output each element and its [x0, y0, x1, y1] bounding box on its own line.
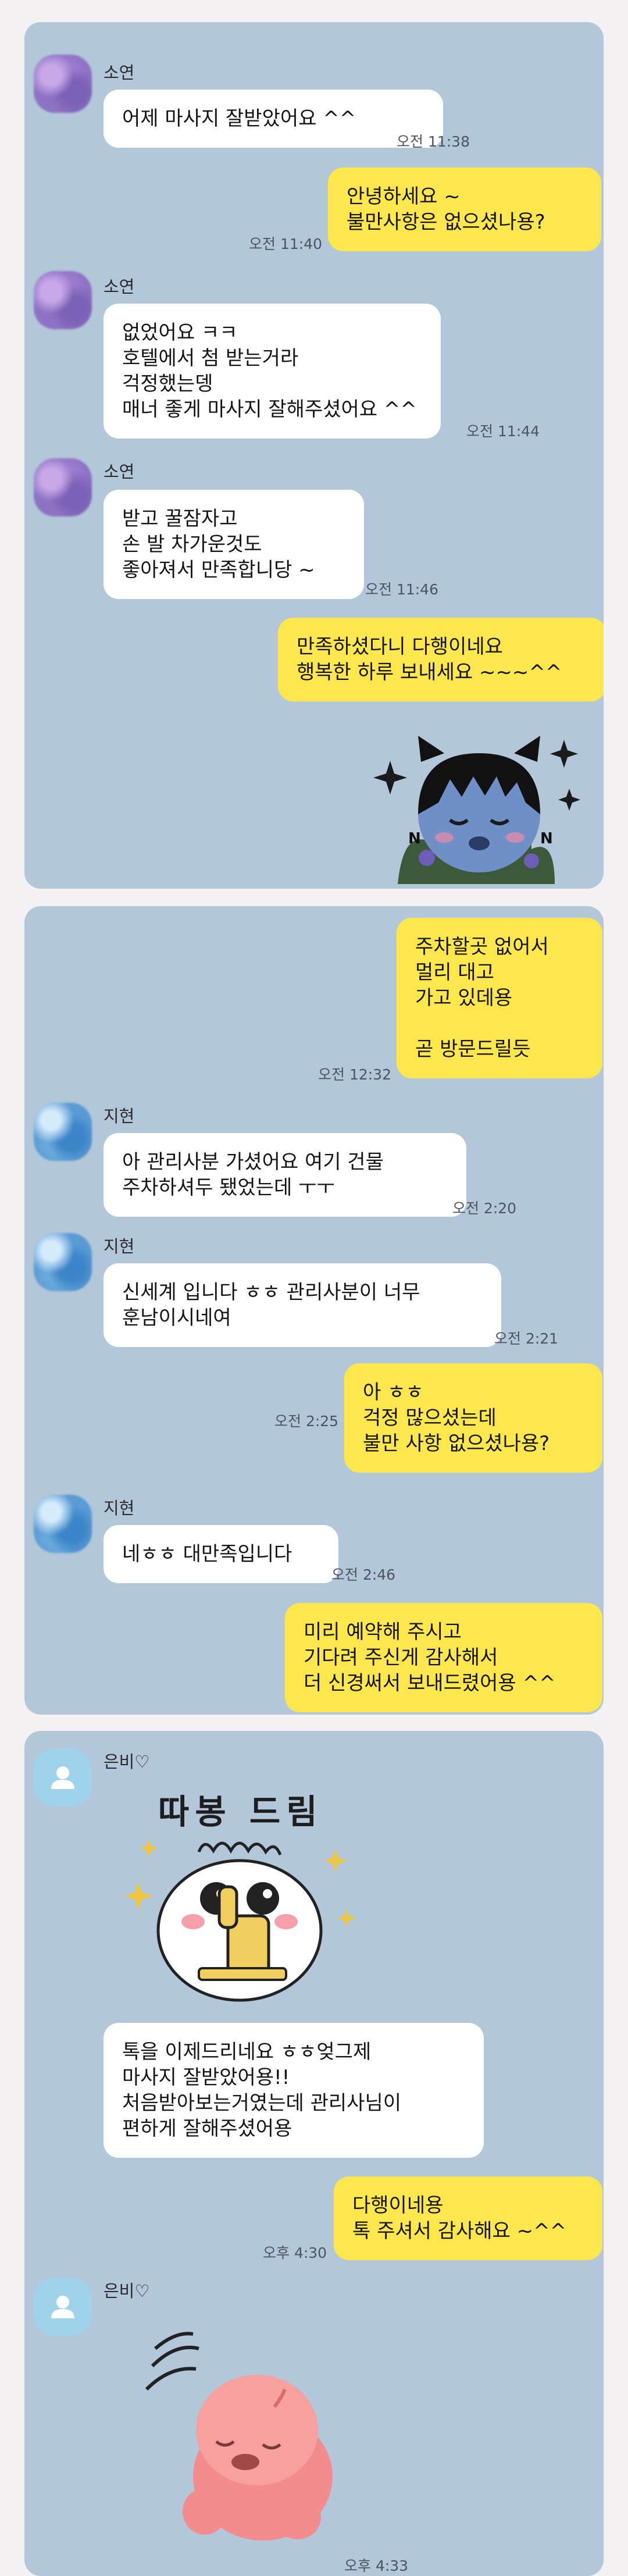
profile-avatar[interactable] — [34, 271, 92, 329]
message-bubble[interactable]: 다행이네용 톡 주셔서 감사해요 ~^^ — [334, 2176, 602, 2260]
message-time: 오전 2:21 — [494, 1330, 559, 1347]
sender-name: 지현 — [104, 1498, 135, 1518]
profile-avatar[interactable] — [34, 55, 92, 113]
sparkle-icon — [324, 1849, 347, 1872]
profile-avatar[interactable] — [34, 458, 92, 516]
pink-character-sticker[interactable] — [129, 2325, 362, 2546]
message-bubble[interactable]: 만족하셨다니 다행이네요 행복한 하루 보내세요 ~~~^^ — [278, 618, 604, 701]
chat-panel-2: 주차할곳 없어서 멀리 대고 가고 있데용 곧 방문드릴듯 오전 12:32 지… — [24, 906, 604, 1715]
message-bubble[interactable]: 주차할곳 없어서 멀리 대고 가고 있데용 곧 방문드릴듯 — [397, 918, 602, 1078]
emoticon-sticker[interactable]: N N — [363, 727, 584, 884]
sparkle-icon — [124, 1882, 152, 1910]
sender-name: 은비♡ — [104, 2281, 150, 2301]
message-time: 오전 11:40 — [249, 236, 322, 252]
message-bubble[interactable]: 없었어요 ㅋㅋ 호텔에서 첨 받는거라 걱정했는뎅 매너 좋게 마사지 잘해주셨… — [104, 304, 441, 439]
message-bubble[interactable]: 어제 마사지 잘받았어요 ^^ — [104, 90, 443, 148]
svg-text:N: N — [540, 830, 553, 847]
message-time: 오후 4:33 — [344, 2557, 409, 2574]
profile-avatar[interactable] — [34, 1495, 92, 1553]
message-time: 오전 11:46 — [365, 581, 438, 598]
message-bubble[interactable]: 네ㅎㅎ 대만족입니다 — [104, 1525, 338, 1583]
profile-avatar[interactable] — [34, 2278, 92, 2336]
svg-text:N: N — [408, 830, 421, 847]
profile-avatar[interactable] — [34, 1103, 92, 1161]
message-time: 오전 2:46 — [331, 1566, 396, 1583]
sticker-caption: 따봉 드림 — [158, 1792, 323, 1832]
sender-name: 지현 — [104, 1237, 135, 1256]
message-time: 오전 2:25 — [274, 1413, 339, 1430]
sender-name: 소연 — [104, 462, 135, 482]
message-bubble[interactable]: 아 관리사분 가셨어요 여기 건물 주차하셔두 됐었는데 ㅜㅜ — [104, 1133, 466, 1217]
sender-name: 지현 — [104, 1106, 135, 1126]
message-time: 오전 11:44 — [466, 423, 540, 440]
sparkle-icon — [337, 1909, 356, 1927]
message-bubble[interactable]: 미리 예약해 주시고 기다려 주신게 감사해서 더 신경써서 보내드렸어용 ^^ — [285, 1603, 602, 1712]
message-time: 오전 11:38 — [397, 133, 470, 150]
sparkle-icon — [140, 1839, 158, 1858]
star-icon — [373, 761, 407, 794]
sender-name: 은비♡ — [104, 1752, 150, 1772]
message-time: 오전 12:32 — [318, 1066, 391, 1083]
sender-name: 소연 — [104, 63, 135, 83]
message-bubble[interactable]: 신세계 입니다 ㅎㅎ 관리사분이 너무 훈남이시네여 — [104, 1263, 501, 1347]
message-time: 오전 2:20 — [452, 1200, 517, 1217]
message-bubble[interactable]: 아 ㅎㅎ 걱정 많으셨는데 불만 사항 없으셨나용? — [344, 1363, 602, 1473]
default-profile-icon — [51, 2296, 74, 2318]
chat-panel-1: 소연 어제 마사지 잘받았어요 ^^ 오전 11:38 오전 11:40 안녕하… — [24, 22, 604, 889]
profile-avatar[interactable] — [34, 1233, 92, 1291]
message-bubble[interactable]: 안녕하세요 ~ 불만사항은 없으셨나용? — [328, 168, 601, 251]
profile-avatar[interactable] — [34, 1748, 92, 1807]
default-profile-icon — [51, 1766, 74, 1789]
star-icon — [550, 740, 578, 768]
thumbs-up-sticker[interactable] — [112, 1829, 367, 2003]
message-time: 오후 4:30 — [263, 2244, 327, 2261]
star-icon — [558, 789, 580, 811]
chat-panel-3: 은비♡ 따봉 드림 톡을 이제드리네요 ㅎㅎ엊그제 마사지 잘받았어용!! 처음… — [24, 1731, 604, 2576]
sender-name: 소연 — [104, 277, 135, 297]
message-bubble[interactable]: 톡을 이제드리네요 ㅎㅎ엊그제 마사지 잘받았어용!! 처음받아보는거였는데 관… — [104, 2023, 484, 2158]
message-bubble[interactable]: 받고 꿀잠자고 손 발 차가운것도 좋아져서 만족합니당 ~ — [104, 490, 364, 599]
